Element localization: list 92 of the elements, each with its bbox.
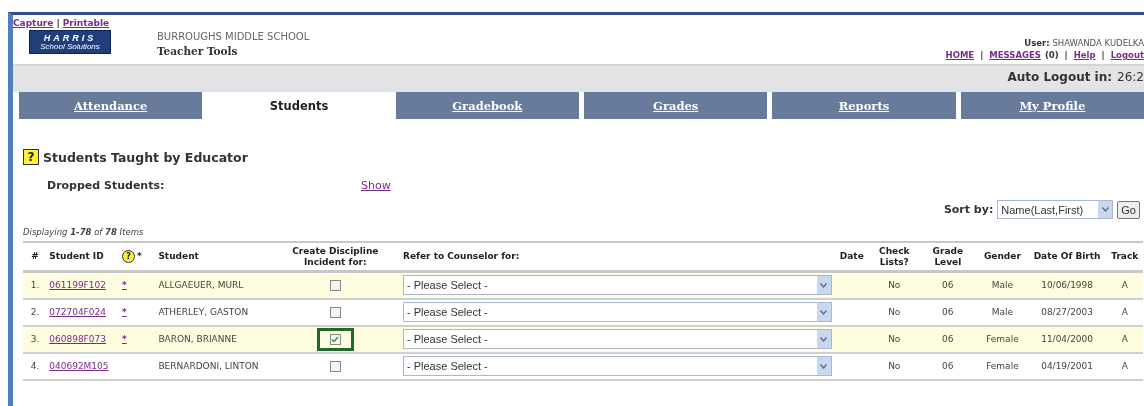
- nav-link[interactable]: HOME: [945, 49, 975, 61]
- sort-label: Sort by:: [943, 203, 994, 216]
- row-number: 3.: [23, 325, 48, 353]
- chevron-icon: [820, 309, 828, 315]
- table-cell: Male: [977, 298, 1028, 326]
- flag-link[interactable]: *: [122, 307, 127, 317]
- nav-tab[interactable]: Grades: [584, 92, 768, 119]
- column-header: Refer to Counselor for:: [401, 242, 834, 272]
- separator: |: [979, 49, 985, 61]
- column-header: Check Lists?: [870, 242, 919, 272]
- column-header: Gender: [977, 242, 1028, 272]
- discipline-checkbox[interactable]: [329, 333, 341, 345]
- table-cell: 06: [918, 352, 978, 380]
- help-icon[interactable]: ?: [23, 149, 39, 165]
- student-name: ATHERLEY, GASTON: [156, 298, 270, 326]
- table-cell: A: [1106, 298, 1143, 326]
- item-count: Displaying 1-78 of 78 Items: [23, 227, 145, 237]
- student-id-link[interactable]: 060898F073: [49, 334, 106, 344]
- table-cell: 06: [918, 298, 978, 326]
- nav-link[interactable]: Logout: [1110, 49, 1144, 61]
- nav-link[interactable]: MESSAGES: [989, 49, 1041, 61]
- table-cell: No: [870, 271, 919, 299]
- discipline-checkbox[interactable]: [329, 306, 341, 318]
- column-header: Grade Level: [918, 242, 978, 272]
- show-link[interactable]: Show: [361, 179, 391, 192]
- separator: |: [56, 18, 60, 28]
- chevron-icon: [1101, 207, 1109, 212]
- auto-logout-timer: 26:2: [1117, 70, 1144, 84]
- student-id-link[interactable]: 040692M105: [49, 361, 109, 371]
- column-header: Date Of Birth: [1027, 242, 1107, 272]
- header-link[interactable]: Printable: [62, 18, 110, 28]
- table-cell: Female: [977, 352, 1028, 380]
- student-id-link[interactable]: 061199F102: [49, 280, 106, 291]
- dropped-students-label: Dropped Students:: [47, 179, 166, 192]
- student-name: BARON, BRIANNE: [156, 325, 270, 353]
- user-label: User:: [1024, 38, 1050, 48]
- student-id-link[interactable]: 072704F024: [49, 307, 106, 317]
- nav-link[interactable]: Help: [1073, 49, 1096, 61]
- table-cell: Male: [977, 271, 1028, 299]
- counselor-dropdown[interactable]: - Please Select -: [403, 356, 832, 376]
- column-header: Create Discipline Incident for:: [269, 242, 401, 272]
- chevron-icon: [820, 336, 828, 342]
- sort-dropdown[interactable]: Name(Last,First): [997, 200, 1114, 219]
- column-header: #: [23, 242, 48, 272]
- column-header: Track: [1106, 242, 1143, 272]
- row-number: 2.: [23, 298, 48, 326]
- separator: |: [1100, 49, 1106, 61]
- counselor-dropdown[interactable]: - Please Select -: [403, 329, 832, 349]
- header-link[interactable]: Capture: [13, 18, 54, 28]
- table-cell: 10/06/1998: [1027, 271, 1107, 299]
- logo: HARRIS School Solutions: [29, 30, 111, 54]
- section-title: Students Taught by Educator: [43, 149, 248, 165]
- counselor-dropdown[interactable]: - Please Select -: [403, 275, 832, 296]
- go-button[interactable]: Go: [1117, 200, 1140, 219]
- nav-tab[interactable]: Attendance: [19, 92, 203, 119]
- row-number: 4.: [23, 352, 48, 380]
- column-header: Date: [833, 242, 870, 272]
- student-name: BERNARDONI, LINTON: [156, 352, 270, 380]
- table-cell: 11/04/2000: [1027, 325, 1107, 353]
- table-cell: 06: [918, 271, 978, 299]
- table-cell: No: [870, 298, 919, 326]
- table-cell: A: [1106, 325, 1143, 353]
- flag-link[interactable]: *: [122, 280, 127, 291]
- table-cell: No: [870, 325, 919, 353]
- row-number: 1.: [23, 271, 48, 299]
- separator: |: [1063, 49, 1069, 61]
- flag-link[interactable]: *: [122, 334, 127, 344]
- table-cell: No: [870, 352, 919, 380]
- message-count: (0): [1044, 49, 1059, 61]
- column-header: Student ID: [47, 242, 120, 272]
- column-header: Student: [156, 242, 270, 272]
- chevron-icon: [820, 282, 828, 288]
- help-icon[interactable]: ?: [122, 250, 135, 263]
- discipline-checkbox[interactable]: [329, 279, 341, 291]
- table-cell: A: [1106, 352, 1143, 380]
- counselor-dropdown[interactable]: - Please Select -: [403, 302, 832, 322]
- user-name: SHAWANDA KUDELKA: [1052, 38, 1144, 48]
- app-title: Teacher Tools: [157, 44, 239, 58]
- auto-logout-label: Auto Logout in:: [1007, 70, 1113, 84]
- nav-tab[interactable]: Gradebook: [395, 92, 579, 119]
- student-name: ALLGAEUER, MURL: [156, 271, 270, 299]
- chevron-icon: [820, 363, 828, 369]
- table-cell: 08/27/2003: [1027, 298, 1107, 326]
- table-cell: Female: [977, 325, 1028, 353]
- table-cell: 04/19/2001: [1027, 352, 1107, 380]
- school-name: BURROUGHS MIDDLE SCHOOL: [157, 30, 310, 44]
- table-cell: 06: [918, 325, 978, 353]
- nav-tab[interactable]: My Profile: [960, 92, 1144, 119]
- column-header: *: [137, 251, 142, 262]
- discipline-checkbox[interactable]: [329, 360, 341, 372]
- nav-tab[interactable]: Reports: [772, 92, 956, 119]
- table-cell: A: [1106, 271, 1143, 299]
